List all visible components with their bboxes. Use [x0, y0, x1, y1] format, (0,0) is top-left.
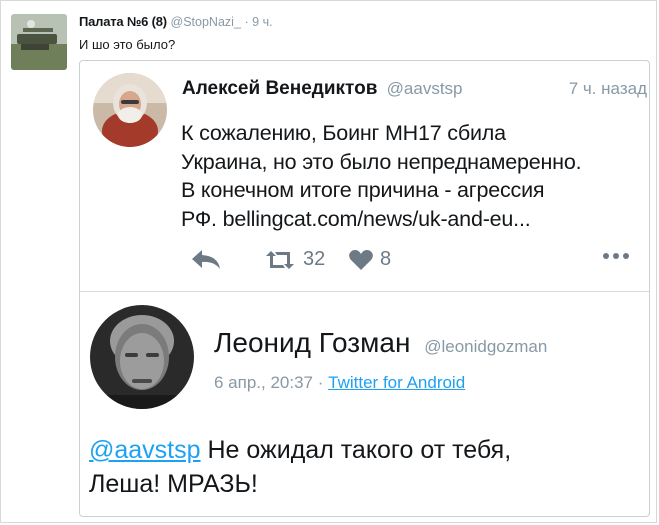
tweet2-text-line1: Не ожидал такого от тебя, [207, 436, 512, 464]
more-dots-icon [603, 253, 629, 259]
tweet2-meta: 6 апр., 20:37 · Twitter for Android [214, 373, 465, 393]
retweet-icon [266, 250, 294, 269]
like-button[interactable]: 8 [348, 248, 391, 271]
tweet1-handle[interactable]: @aavstsp [387, 79, 463, 98]
tweet2-handle[interactable]: @leonidgozman [424, 337, 547, 356]
heart-icon [349, 249, 373, 270]
tweet1-text-line: К сожалению, Боинг МН17 сбила [181, 121, 506, 145]
tweet1-actions: 32 8 [190, 248, 640, 274]
tweet2-source-link[interactable]: Twitter for Android [328, 373, 465, 392]
outer-handle[interactable]: @StopNazi_ [171, 15, 241, 29]
outer-time[interactable]: 9 ч. [252, 15, 272, 29]
tweet2-date[interactable]: 6 апр., 20:37 [214, 373, 313, 392]
outer-name[interactable]: Палата №6 (8) [79, 14, 167, 29]
tweet2-separator: · [317, 373, 324, 392]
more-button[interactable] [602, 251, 632, 261]
tweet2-text-line2: Леша! МРАЗЬ! [89, 470, 258, 498]
outer-avatar[interactable] [11, 14, 67, 70]
like-count: 8 [380, 248, 392, 270]
tweet1-text-line: РФ. bellingcat.com/news/uk-and-eu... [181, 206, 531, 231]
tweet1-text-line: Украина, но это было непреднамеренно. [181, 149, 582, 174]
tweet2-text: @aavstsp Не ожидал такого от тебя, Леша!… [89, 433, 644, 501]
retweet-button[interactable]: 32 [263, 248, 325, 271]
reply-button[interactable] [190, 248, 222, 270]
tweet1-text-line: В конечном итоге причина - агрессия [181, 178, 545, 202]
tweet2-name[interactable]: Леонид Гозман [214, 327, 410, 358]
outer-text: И шо это было? [79, 37, 176, 52]
retweet-count: 32 [303, 248, 326, 270]
gozman-avatar[interactable] [90, 305, 194, 409]
tweet2-header: Леонид Гозман @leonidgozman [214, 327, 547, 359]
reply-icon [192, 250, 220, 269]
outer-header: Палата №6 (8) @StopNazi_ · 9 ч. [79, 14, 273, 29]
tweet1-header: Алексей Венедиктов @aavstsp [182, 78, 463, 100]
venediktov-avatar[interactable] [93, 73, 167, 147]
quoted-content: Алексей Венедиктов @aavstsp 7 ч. назад К… [79, 60, 650, 517]
tweet1-time[interactable]: 7 ч. назад [569, 79, 647, 99]
tweet2-mention[interactable]: @aavstsp [89, 436, 201, 464]
tweet1-text: К сожалению, Боинг МН17 сбила Украина, н… [181, 119, 649, 233]
tweet1-name[interactable]: Алексей Венедиктов [182, 78, 377, 99]
divider [80, 291, 649, 292]
